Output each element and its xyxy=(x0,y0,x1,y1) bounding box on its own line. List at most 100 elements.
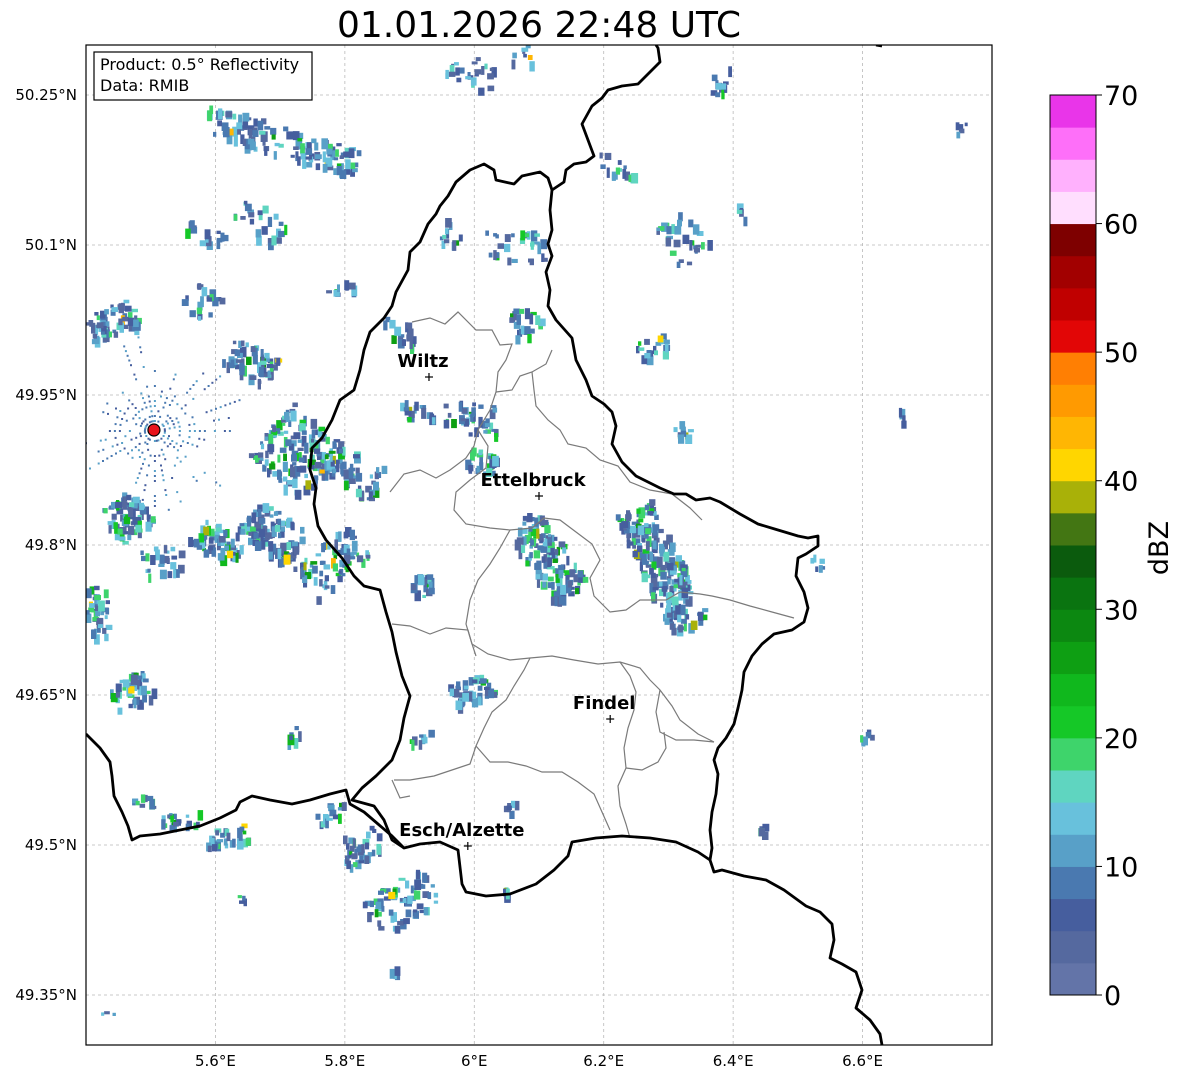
echo-cell xyxy=(428,581,433,588)
clutter-pixel xyxy=(144,441,147,444)
clutter-pixel xyxy=(115,407,117,410)
clutter-pixel xyxy=(114,423,117,426)
echo-cell xyxy=(521,47,529,52)
echo-cell xyxy=(454,62,459,66)
echo-cell xyxy=(544,538,548,547)
echo-cell xyxy=(567,580,573,588)
echo-cell xyxy=(305,480,312,490)
clutter-pixel xyxy=(153,455,156,457)
echo-cell xyxy=(253,118,258,127)
echo-cell xyxy=(264,436,268,441)
echo-cell xyxy=(642,538,646,543)
colorbar-segment xyxy=(1050,416,1096,450)
echo-cell xyxy=(484,687,490,690)
echo-cell xyxy=(371,849,376,857)
clutter-pixel xyxy=(191,443,194,446)
clutter-pixel xyxy=(186,442,189,444)
echo-cell xyxy=(376,467,380,474)
clutter-pixel xyxy=(205,411,208,414)
clutter-pixel xyxy=(127,407,130,410)
echo-cell xyxy=(611,171,616,181)
echo-cell xyxy=(552,558,558,563)
echo-cell xyxy=(317,456,321,460)
echo-cell xyxy=(261,226,268,235)
echo-cell xyxy=(707,240,713,251)
colorbar-segment xyxy=(1050,866,1096,900)
clutter-pixel xyxy=(233,400,236,403)
clutter-pixel xyxy=(116,416,119,419)
clutter-pixel xyxy=(142,366,145,368)
echo-cell xyxy=(217,120,222,127)
echo-cell xyxy=(408,334,414,341)
clutter-pixel xyxy=(203,388,206,391)
clutter-pixel xyxy=(160,464,162,467)
echo-cell xyxy=(122,679,130,688)
echo-cell xyxy=(376,843,382,855)
echo-cell xyxy=(521,545,526,553)
clutter-pixel xyxy=(153,370,156,372)
echo-cell xyxy=(141,555,146,562)
clutter-pixel xyxy=(119,410,122,412)
echo-cell xyxy=(264,459,269,466)
echo-cell xyxy=(458,234,463,242)
city-label: Ettelbruck xyxy=(480,470,586,491)
echo-cell xyxy=(351,853,358,860)
echo-cell xyxy=(687,429,694,433)
clutter-pixel xyxy=(175,442,178,445)
clutter-pixel xyxy=(134,407,137,409)
clutter-pixel xyxy=(153,500,156,502)
echo-cell xyxy=(667,578,671,585)
echo-cell xyxy=(615,167,621,175)
echo-cell xyxy=(117,304,124,310)
echo-cell xyxy=(455,67,460,76)
echo-cell xyxy=(529,258,534,266)
clutter-pixel xyxy=(151,415,154,418)
clutter-pixel xyxy=(167,508,170,511)
echo-cell xyxy=(550,566,555,570)
echo-cell xyxy=(123,324,129,329)
echo-cell xyxy=(276,358,281,366)
clutter-pixel xyxy=(116,443,119,446)
echo-cell xyxy=(226,832,231,842)
echo-cell xyxy=(431,417,436,425)
clutter-pixel xyxy=(141,451,144,454)
echo-cell xyxy=(525,45,531,49)
echo-cell xyxy=(554,549,559,555)
clutter-pixel xyxy=(178,434,181,437)
echo-cell xyxy=(540,239,548,250)
echo-cell xyxy=(215,830,220,836)
echo-cell xyxy=(377,920,382,927)
echo-cell xyxy=(689,240,693,251)
echo-cell xyxy=(641,556,646,565)
echo-cell xyxy=(236,122,243,130)
echo-cell xyxy=(249,375,257,380)
echo-cell xyxy=(477,685,483,691)
echo-cell xyxy=(433,900,439,904)
lat-tick-label: 49.5°N xyxy=(25,836,77,854)
echo-cell xyxy=(542,581,547,588)
echo-cell xyxy=(338,531,342,542)
echo-cell xyxy=(304,442,309,454)
echo-cell xyxy=(324,585,330,589)
echo-cell xyxy=(103,508,108,514)
echo-cell xyxy=(286,519,291,528)
echo-cell xyxy=(102,627,107,634)
echo-cell xyxy=(242,830,247,835)
echo-cell xyxy=(230,538,235,548)
clutter-pixel xyxy=(97,462,100,465)
echo-cell xyxy=(364,855,370,864)
echo-cell xyxy=(529,552,533,559)
echo-cell xyxy=(405,880,410,889)
echo-cell xyxy=(504,243,511,253)
echo-cell xyxy=(89,603,95,608)
echo-cell xyxy=(336,143,342,147)
echo-cell xyxy=(351,551,357,555)
echo-cell xyxy=(104,309,109,315)
echo-cell xyxy=(104,1011,110,1015)
echo-cell xyxy=(185,814,190,818)
echo-cell xyxy=(203,549,210,558)
echo-cell xyxy=(818,565,823,573)
echo-cell xyxy=(680,604,686,616)
echo-cell xyxy=(516,537,524,545)
clutter-pixel xyxy=(142,420,145,423)
